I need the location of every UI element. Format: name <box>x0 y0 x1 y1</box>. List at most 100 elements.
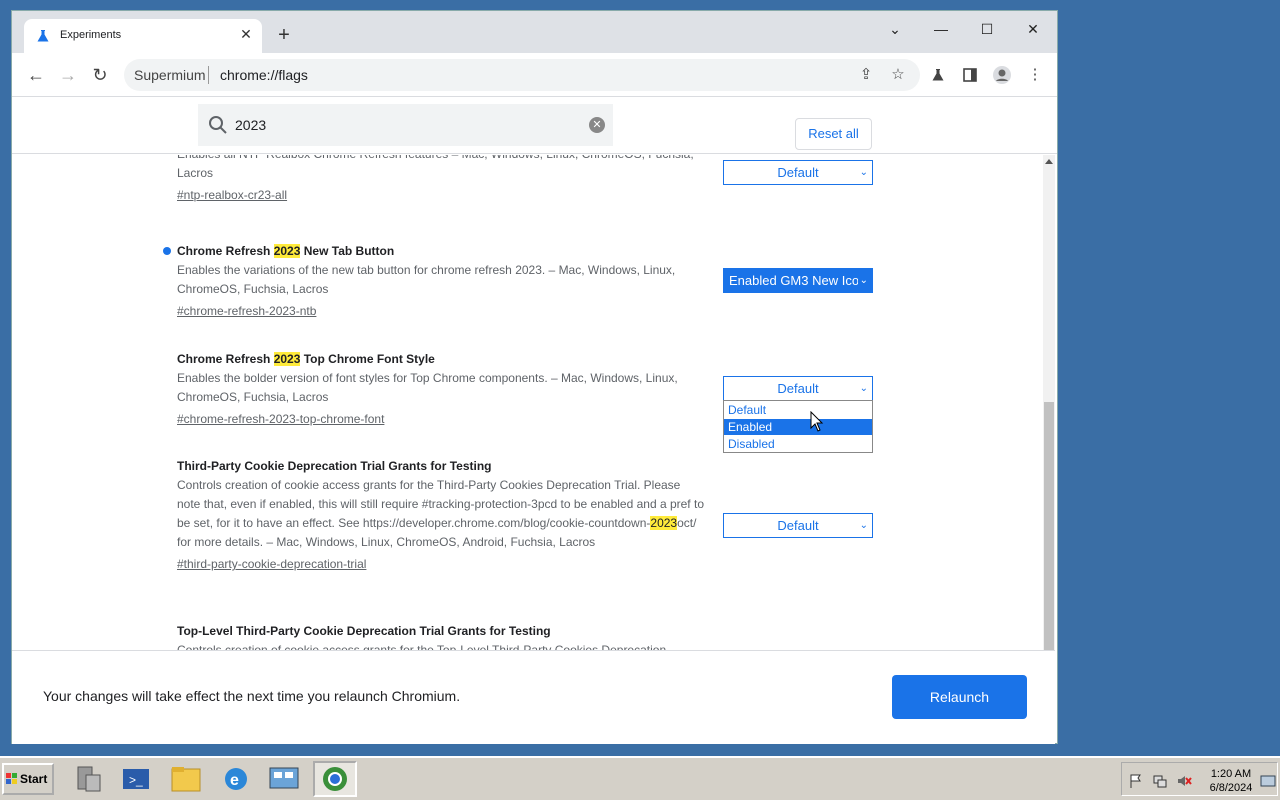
experiment-link[interactable]: #third-party-cookie-deprecation-trial <box>177 554 707 574</box>
experiment-description: Enables the variations of the new tab bu… <box>177 263 676 296</box>
show-desktop-icon[interactable] <box>1260 773 1276 789</box>
select-value: Default <box>777 518 819 533</box>
dropdown-option-enabled[interactable]: Enabled <box>724 419 872 435</box>
experiment-select[interactable]: Default ⌄ <box>723 513 873 538</box>
forward-icon[interactable]: → <box>56 63 80 87</box>
volume-muted-icon[interactable] <box>1176 773 1192 789</box>
chevron-down-icon: ⌄ <box>859 520 868 531</box>
experiment-select[interactable]: Default ⌄ <box>723 160 873 185</box>
relaunch-footer: Your changes will take effect the next t… <box>12 650 1055 744</box>
minimize-button[interactable]: — <box>926 17 956 41</box>
dropdown-option-default[interactable]: Default <box>724 402 872 418</box>
search-icon <box>209 116 227 134</box>
start-label: Start <box>20 772 48 786</box>
chevron-down-icon: ⌄ <box>859 167 868 178</box>
search-highlight: 2023 <box>650 516 678 530</box>
select-value: Default <box>777 165 819 180</box>
experiment-title: Chrome Refresh 2023 Top Chrome Font Styl… <box>177 349 707 369</box>
title-bar: Experiments ✕ + ⌄ — ☐ ✕ <box>12 11 1057 53</box>
clock[interactable]: 1:20 AM 6/8/2024 <box>1206 767 1256 795</box>
search-value: 2023 <box>235 117 267 133</box>
start-button[interactable]: Start <box>2 763 54 795</box>
chevron-down-icon: ⌄ <box>857 269 868 292</box>
chevron-down-icon: ⌄ <box>859 383 868 394</box>
taskbar: Start >_ e 1:20 AM 6/8/2024 <box>0 756 1280 800</box>
side-panel-icon[interactable] <box>959 64 981 86</box>
profile-avatar-icon[interactable] <box>991 64 1013 86</box>
experiment-description: Enables all NTP Realbox Chrome Refresh f… <box>177 155 694 180</box>
reload-icon[interactable]: ↻ <box>88 63 112 87</box>
search-highlight: 2023 <box>273 352 301 366</box>
clear-search-icon[interactable]: ✕ <box>589 117 605 133</box>
close-button[interactable]: ✕ <box>1018 17 1048 41</box>
tab-title: Experiments <box>60 29 122 41</box>
system-tray: 1:20 AM 6/8/2024 <box>1121 762 1278 796</box>
dropdown-option-disabled[interactable]: Disabled <box>724 436 872 452</box>
flask-icon <box>37 30 49 42</box>
description-text: Controls creation of cookie access grant… <box>177 478 704 530</box>
experiment-link[interactable]: #ntp-realbox-cr23-all <box>177 185 707 205</box>
control-panel-icon[interactable] <box>262 761 306 797</box>
experiment-select[interactable]: Default ⌄ <box>723 376 873 401</box>
windows-flag-icon <box>6 773 17 784</box>
search-highlight: 2023 <box>273 244 301 258</box>
title-text: New Tab Button <box>300 244 395 258</box>
flags-search-input[interactable]: 2023 ✕ <box>198 104 613 146</box>
menu-kebab-icon[interactable]: ⋮ <box>1024 64 1046 86</box>
scrollbar-thumb[interactable] <box>1044 402 1054 650</box>
flags-header: 2023 ✕ Reset all <box>12 98 1057 154</box>
network-icon[interactable] <box>1152 773 1168 789</box>
reset-all-button[interactable]: Reset all <box>795 118 872 150</box>
experiment-title: Chrome Refresh 2023 New Tab Button <box>177 241 707 261</box>
relaunch-button[interactable]: Relaunch <box>892 675 1027 719</box>
svg-text:e: e <box>230 772 239 789</box>
clock-time: 1:20 AM <box>1210 768 1252 780</box>
labs-flask-icon[interactable] <box>927 64 949 86</box>
experiment-description: Enables the bolder version of font style… <box>177 371 678 404</box>
title-text: Chrome Refresh <box>177 352 274 366</box>
chromium-taskbar-icon[interactable] <box>313 761 357 797</box>
select-value: Enabled GM3 New Icon <box>729 273 867 288</box>
bookmark-star-icon[interactable]: ☆ <box>887 64 909 86</box>
action-center-flag-icon[interactable] <box>1128 773 1144 789</box>
tab-close-icon[interactable]: ✕ <box>238 26 254 42</box>
new-tab-button[interactable]: + <box>274 25 294 45</box>
server-manager-icon[interactable] <box>66 761 110 797</box>
experiment-link[interactable]: #chrome-refresh-2023-top-chrome-font <box>177 409 707 429</box>
mouse-cursor-icon <box>810 411 824 432</box>
experiment-description: Controls creation of cookie access grant… <box>177 476 707 552</box>
experiment-third-party-cookie-deprecation-trial: Third-Party Cookie Deprecation Trial Gra… <box>177 456 707 574</box>
share-icon[interactable]: ⇪ <box>855 64 877 86</box>
svg-text:>_: >_ <box>129 773 143 787</box>
browser-window: Experiments ✕ + ⌄ — ☐ ✕ ← → ↻ Supermium … <box>11 10 1058 744</box>
modified-indicator <box>163 247 171 255</box>
url-text: chrome://flags <box>220 67 308 83</box>
tab-search-button[interactable]: ⌄ <box>880 17 910 41</box>
experiment-title: Third-Party Cookie Deprecation Trial Gra… <box>177 459 492 473</box>
omnibox-separator <box>208 66 209 84</box>
relaunch-message: Your changes will take effect the next t… <box>43 688 461 704</box>
experiment-link[interactable]: #chrome-refresh-2023-ntb <box>177 301 707 321</box>
internet-explorer-icon[interactable]: e <box>214 761 258 797</box>
experiment-chrome-refresh-2023-ntb: Chrome Refresh 2023 New Tab Button Enabl… <box>163 241 707 321</box>
title-text: Chrome Refresh <box>177 244 274 258</box>
clock-date: 6/8/2024 <box>1209 782 1253 794</box>
address-bar[interactable]: Supermium chrome://flags <box>124 59 920 91</box>
powershell-icon[interactable]: >_ <box>114 761 158 797</box>
experiment-description: Controls creation of cookie access grant… <box>177 643 667 650</box>
select-dropdown-list: Default Enabled Disabled <box>723 400 873 453</box>
back-icon[interactable]: ← <box>24 63 48 87</box>
toolbar: ← → ↻ Supermium chrome://flags ⇪ ☆ ⋮ <box>12 53 1057 97</box>
maximize-button[interactable]: ☐ <box>972 17 1002 41</box>
experiment-title: Top-Level Third-Party Cookie Deprecation… <box>177 624 551 638</box>
title-text: Top Chrome Font Style <box>300 352 435 366</box>
site-name: Supermium <box>134 67 206 83</box>
scroll-up-arrow-icon[interactable] <box>1045 159 1053 164</box>
tab-experiments[interactable]: Experiments ✕ <box>24 19 262 53</box>
experiments-list: Enables all NTP Realbox Chrome Refresh f… <box>12 155 1055 650</box>
scrollbar[interactable] <box>1043 155 1055 650</box>
file-explorer-icon[interactable] <box>164 761 208 797</box>
experiment-top-level-third-party-cookie-deprecation-trial: Top-Level Third-Party Cookie Deprecation… <box>177 621 707 650</box>
experiment-select[interactable]: Enabled GM3 New Icon ⌄ <box>723 268 873 293</box>
select-value: Default <box>777 381 819 396</box>
